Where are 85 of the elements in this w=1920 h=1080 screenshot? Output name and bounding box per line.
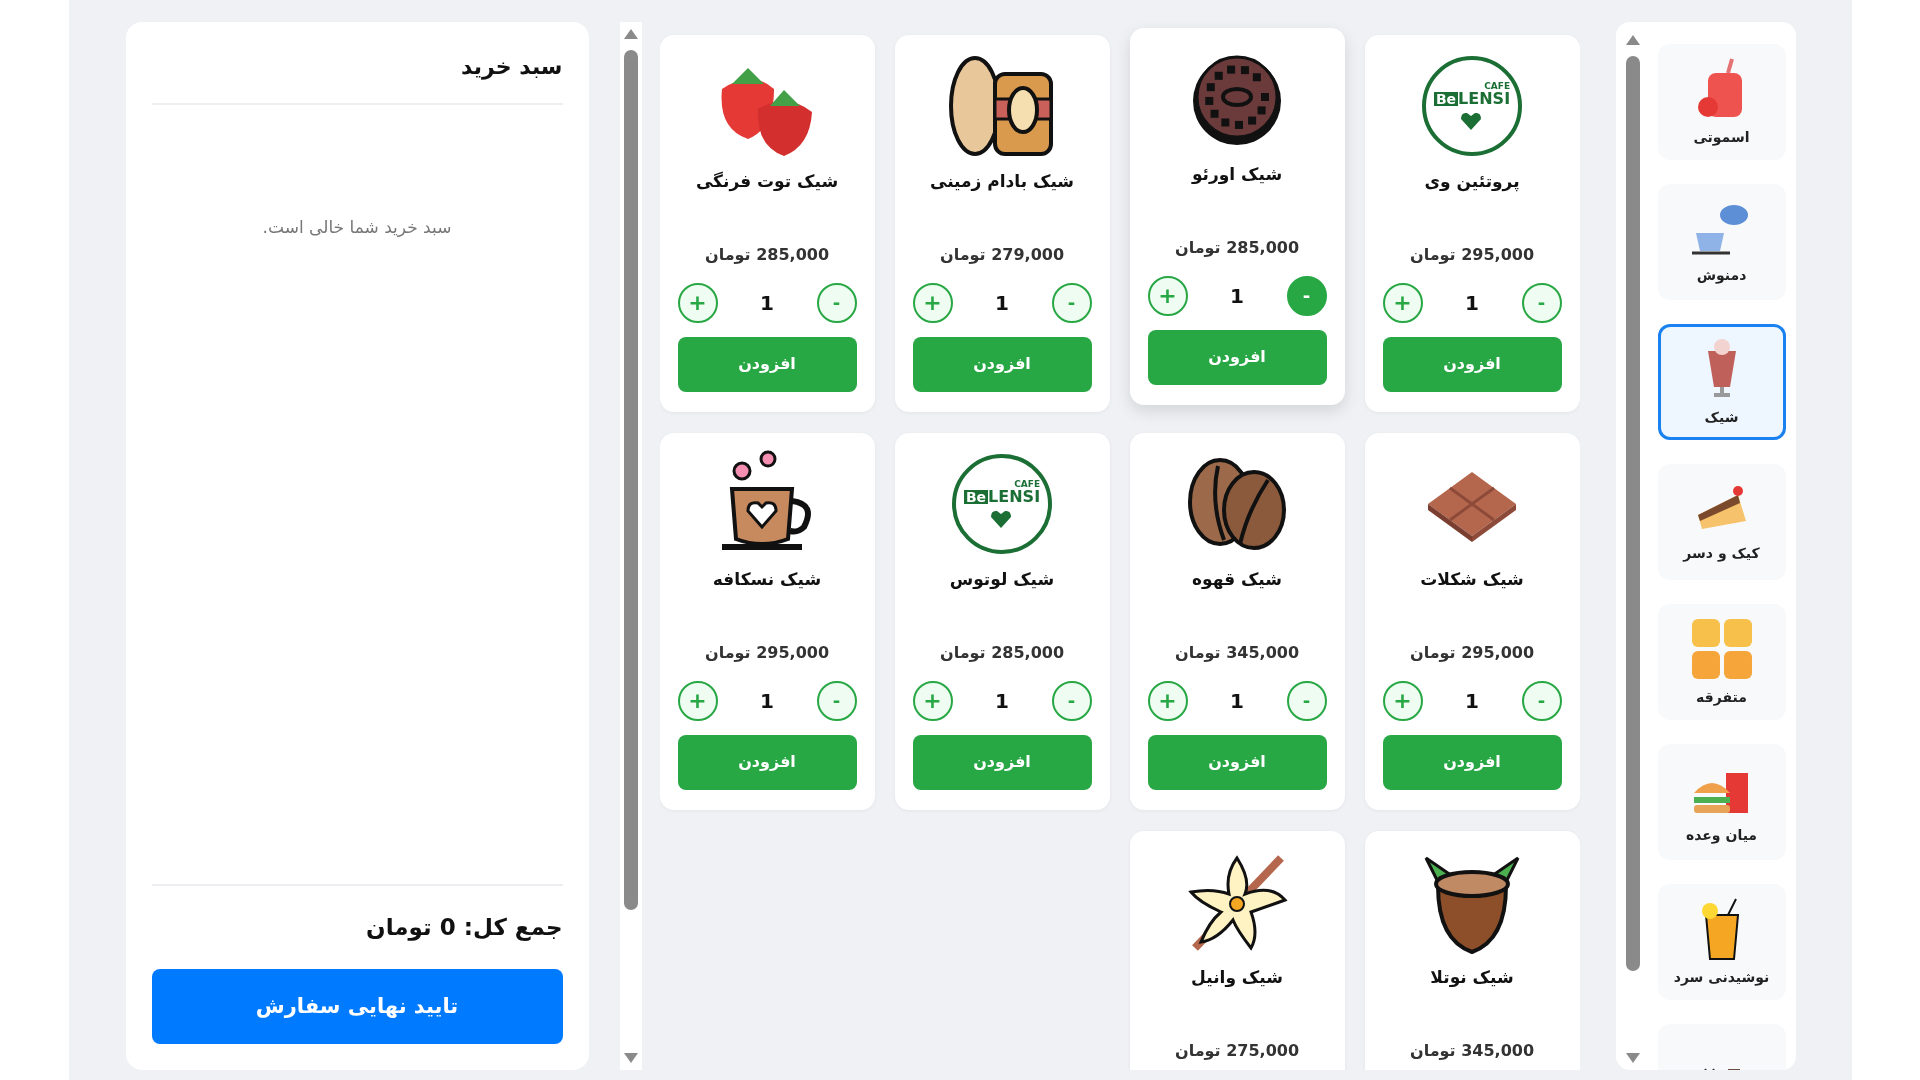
product-price: 295,000 تومان	[1409, 243, 1535, 266]
logo-text: Be	[1433, 91, 1459, 106]
category-tab[interactable]: کیک و دسر	[1657, 464, 1786, 580]
product-price: 279,000 تومان	[939, 243, 1065, 266]
logo-text: Be	[963, 489, 989, 504]
quantity-value: 1	[995, 289, 1009, 317]
increment-button[interactable]: +	[677, 282, 718, 323]
product-name: شیک لوتوس	[949, 568, 1055, 591]
increment-button[interactable]: +	[1147, 275, 1188, 316]
product-price: 285,000 تومان	[939, 641, 1065, 664]
product-price: 275,000 تومان	[1174, 1039, 1300, 1062]
increment-button[interactable]: +	[677, 680, 718, 721]
add-button[interactable]: افزودن	[1382, 734, 1562, 790]
increment-button[interactable]: +	[1147, 680, 1188, 721]
product-name: شیک نوتلا	[1430, 966, 1514, 989]
product-name: پروتئین وی	[1424, 170, 1520, 194]
add-button[interactable]: افزودن	[677, 734, 857, 790]
quantity-value: 1	[995, 687, 1009, 715]
cart-title: سبد خرید	[151, 50, 563, 105]
category-tab[interactable]: شیک	[1657, 324, 1786, 440]
category-label: اسموتی	[1693, 127, 1750, 148]
category-label: دمنوش	[1696, 265, 1747, 286]
category-tab[interactable]: متفرقه	[1657, 604, 1786, 720]
quantity-value: 1	[1230, 687, 1244, 715]
product-price: 295,000 تومان	[1409, 641, 1535, 664]
grid-icon	[1689, 616, 1754, 681]
category-label: نوشیدنی سرد	[1673, 967, 1770, 988]
confirm-order-button[interactable]: تایید نهایی سفارش	[151, 969, 563, 1044]
product-name: شیک وانیل	[1191, 966, 1283, 989]
logo-text: LENSI	[1458, 90, 1511, 107]
product-price: 345,000 تومان	[1174, 641, 1300, 664]
product-name: شیک اورئو	[1191, 163, 1283, 186]
quantity-value: 1	[760, 687, 774, 715]
product-name: شیک شکلات	[1420, 568, 1524, 591]
product-card[interactable]: شیک وانیل 275,000 تومان	[1129, 831, 1345, 1070]
product-name: شیک بادام زمینی	[929, 170, 1075, 193]
quantity-value: 1	[1465, 687, 1479, 715]
category-label: کیک و دسر	[1683, 543, 1760, 564]
decrement-button[interactable]: -	[1286, 680, 1327, 721]
decrement-button[interactable]: -	[816, 282, 857, 323]
category-label: میان وعده	[1685, 825, 1758, 846]
decrement-button[interactable]: -	[1521, 680, 1562, 721]
product-name: شیک قهوه	[1192, 568, 1282, 591]
decrement-button[interactable]: -	[1286, 275, 1327, 316]
category-label: متفرقه	[1696, 687, 1747, 708]
logo-text: CAFE	[1484, 81, 1511, 91]
empty-cart-message: سبد خرید شما خالی است.	[261, 216, 453, 239]
category-tab[interactable]: دمنوش	[1657, 184, 1786, 300]
scroll-up-arrow-icon[interactable]	[1624, 34, 1641, 46]
scrollbar-thumb[interactable]	[1625, 56, 1640, 971]
scroll-up-arrow-icon[interactable]	[622, 28, 639, 40]
quantity-value: 1	[1230, 282, 1244, 310]
quantity-value: 1	[760, 289, 774, 317]
increment-button[interactable]: +	[912, 282, 953, 323]
increment-button[interactable]: +	[1382, 680, 1423, 721]
product-name: شیک توت فرنگی	[695, 170, 839, 194]
product-price: 285,000 تومان	[704, 243, 830, 266]
quantity-value: 1	[1465, 289, 1479, 317]
scroll-down-arrow-icon[interactable]	[1624, 1052, 1641, 1064]
category-tab[interactable]: میان وعده	[1657, 744, 1786, 860]
cart-total: جمع کل: 0 تومان	[365, 912, 563, 943]
product-card[interactable]: شیک نوتلا 345,000 تومان	[1364, 831, 1580, 1070]
product-price: 295,000 تومان	[704, 641, 830, 664]
scrollbar-thumb[interactable]	[623, 50, 638, 910]
decrement-button[interactable]: -	[1051, 680, 1092, 721]
add-button[interactable]: افزودن	[912, 336, 1092, 392]
product-name: شیک نسکافه	[712, 568, 822, 591]
decrement-button[interactable]: -	[1521, 282, 1562, 323]
decrement-button[interactable]: -	[816, 680, 857, 721]
decrement-button[interactable]: -	[1051, 282, 1092, 323]
product-price: 285,000 تومان	[1174, 236, 1300, 259]
add-button[interactable]: افزودن	[1147, 734, 1327, 790]
category-label: شیک	[1704, 407, 1739, 427]
product-price: 345,000 تومان	[1409, 1039, 1535, 1062]
increment-button[interactable]: +	[912, 680, 953, 721]
increment-button[interactable]: +	[1382, 282, 1423, 323]
scroll-down-arrow-icon[interactable]	[622, 1052, 639, 1064]
logo-text: LENSI	[988, 488, 1041, 505]
category-tab[interactable]: نوشیدنی سرد	[1657, 884, 1786, 1000]
logo-text: CAFE	[1014, 479, 1041, 489]
add-button[interactable]: افزودن	[912, 734, 1092, 790]
add-button[interactable]: افزودن	[1382, 336, 1562, 392]
category-tab[interactable]: اسموتی	[1657, 44, 1786, 160]
add-button[interactable]: افزودن	[1147, 329, 1327, 385]
add-button[interactable]: افزودن	[677, 336, 857, 392]
